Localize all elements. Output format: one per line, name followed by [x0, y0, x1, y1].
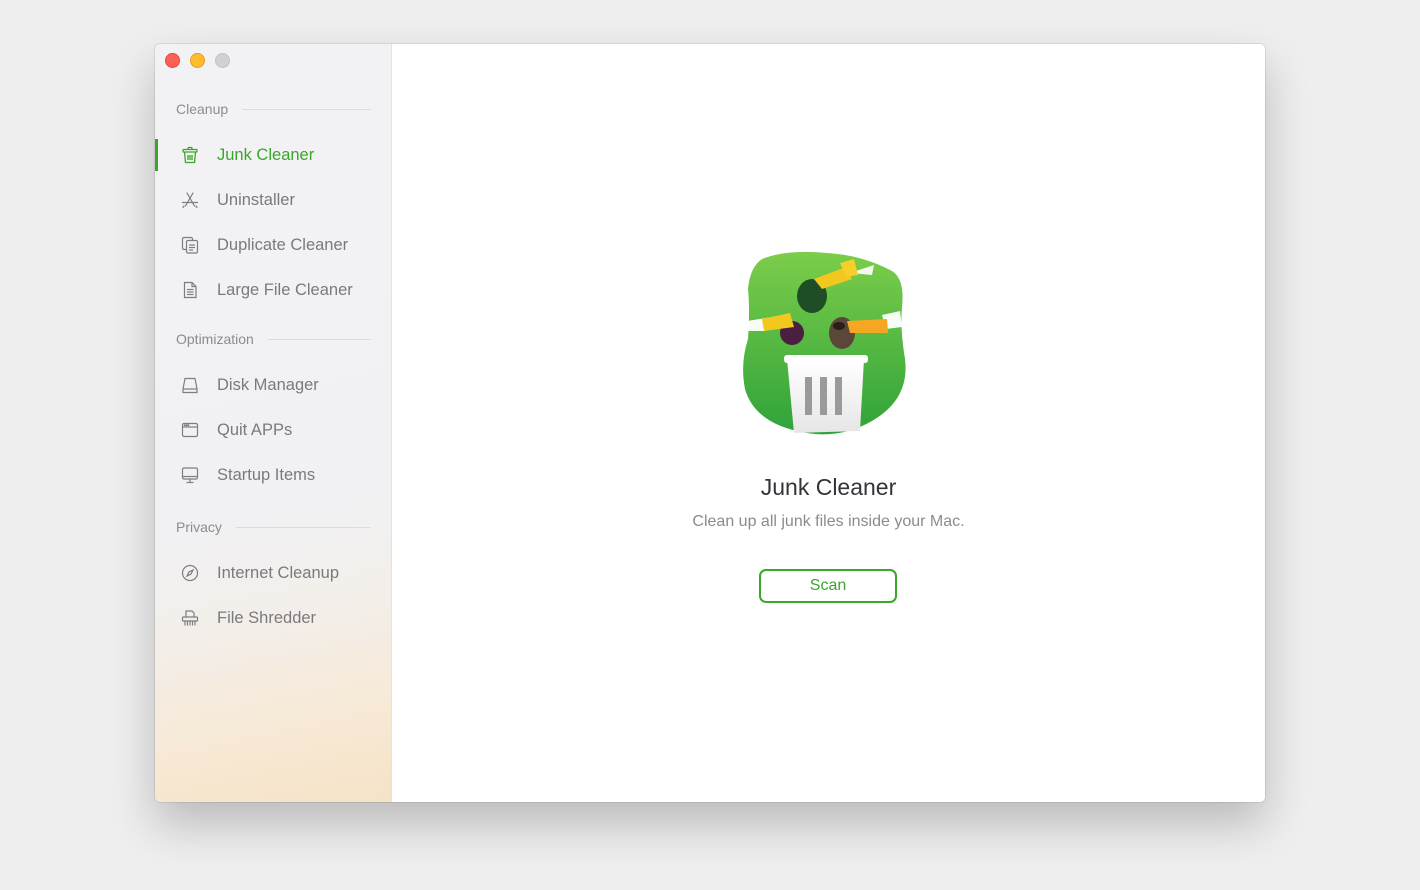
section-divider	[267, 338, 371, 340]
sidebar-item-uninstaller[interactable]: Uninstaller	[155, 182, 391, 218]
junk-cleaner-illustration-icon	[742, 249, 910, 439]
window-controls	[165, 53, 230, 68]
sidebar-item-duplicate-cleaner[interactable]: Duplicate Cleaner	[155, 227, 391, 263]
document-icon	[179, 279, 201, 301]
minimize-window-button[interactable]	[190, 53, 205, 68]
monitor-icon	[179, 464, 201, 486]
section-divider	[235, 526, 371, 528]
sidebar-item-label: Startup Items	[217, 465, 316, 484]
compass-icon	[179, 562, 201, 584]
sidebar-item-junk-cleaner[interactable]: Junk Cleaner	[155, 137, 391, 173]
section-header-privacy: Privacy	[176, 519, 371, 535]
sidebar-item-disk-manager[interactable]: Disk Manager	[155, 367, 391, 403]
close-window-button[interactable]	[165, 53, 180, 68]
page-title: Junk Cleaner	[760, 474, 897, 500]
sidebar-item-file-shredder[interactable]: File Shredder	[155, 600, 391, 636]
sidebar-item-label: Duplicate Cleaner	[217, 235, 349, 254]
sidebar-item-label: Large File Cleaner	[217, 280, 353, 299]
sidebar-item-label: Quit APPs	[217, 420, 293, 439]
sidebar-item-label: Disk Manager	[217, 375, 319, 394]
sidebar-item-label: Uninstaller	[217, 190, 295, 209]
section-header-optimization: Optimization	[176, 331, 371, 347]
section-title: Cleanup	[176, 101, 229, 117]
sidebar-item-internet-cleanup[interactable]: Internet Cleanup	[155, 555, 391, 591]
trash-icon	[179, 144, 201, 166]
window-icon	[179, 419, 201, 441]
sidebar-item-large-file-cleaner[interactable]: Large File Cleaner	[155, 272, 391, 308]
section-header-cleanup: Cleanup	[176, 101, 371, 117]
disk-icon	[179, 374, 201, 396]
section-title: Optimization	[176, 331, 254, 347]
app-window: Cleanup Junk Cleaner Uninstaller Duplica…	[155, 44, 1265, 802]
scan-button[interactable]: Scan	[759, 569, 897, 603]
sidebar-item-label: File Shredder	[217, 608, 317, 627]
section-title: Privacy	[176, 519, 222, 535]
page-subtitle: Clean up all junk files inside your Mac.	[692, 513, 965, 530]
main-content: Junk Cleaner Clean up all junk files ins…	[392, 44, 1265, 802]
sidebar: Cleanup Junk Cleaner Uninstaller Duplica…	[155, 44, 392, 802]
app-store-icon	[179, 189, 201, 211]
sidebar-item-startup-items[interactable]: Startup Items	[155, 457, 391, 493]
zoom-window-button[interactable]	[215, 53, 230, 68]
section-divider	[242, 108, 371, 110]
sidebar-item-label: Junk Cleaner	[217, 145, 315, 164]
shredder-icon	[179, 607, 201, 629]
duplicate-icon	[179, 234, 201, 256]
sidebar-item-label: Internet Cleanup	[217, 563, 340, 582]
sidebar-item-quit-apps[interactable]: Quit APPs	[155, 412, 391, 448]
